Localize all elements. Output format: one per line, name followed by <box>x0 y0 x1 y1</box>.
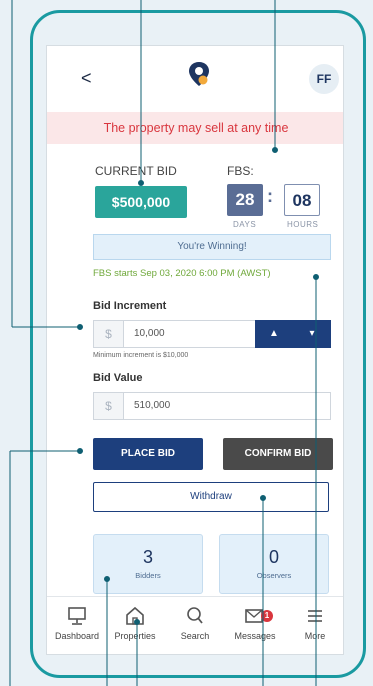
fbs-separator: : <box>267 186 273 206</box>
search-icon <box>187 607 203 624</box>
current-bid-label: CURRENT BID <box>95 164 177 178</box>
observers-count: 0 <box>268 547 279 567</box>
nav-item-dashboard[interactable]: Dashboard <box>47 605 107 641</box>
bid-value-currency: $ <box>94 393 124 419</box>
increment-hint: Minimum increment is $10,000 <box>93 352 189 359</box>
fbs-hours-value: 08 <box>284 184 320 216</box>
bidders-count: 3 <box>142 547 153 567</box>
back-button[interactable]: < <box>81 68 92 89</box>
mail-icon <box>245 609 263 623</box>
sell-warning-banner: The property may sell at any time <box>47 112 343 144</box>
nav-item-search[interactable]: Search <box>165 605 225 641</box>
increment-up-button[interactable]: ▲ <box>255 320 293 348</box>
place-bid-button[interactable]: PLACE BID <box>93 438 203 470</box>
messages-badge: 1 <box>261 610 273 622</box>
nav-label-properties: Properties <box>114 631 156 641</box>
current-bid-value: $500,000 <box>95 186 187 218</box>
monitor-icon <box>68 607 86 625</box>
fbs-hours-label: HOURS <box>287 220 319 229</box>
fbs-label: FBS: <box>227 164 254 178</box>
fbs-days-label: DAYS <box>233 220 257 229</box>
confirm-bid-button[interactable]: CONFIRM BID <box>223 438 333 470</box>
nav-label-dashboard: Dashboard <box>54 631 100 641</box>
bottom-nav: Dashboard Properties Search 1 Messages M… <box>47 596 343 654</box>
bid-value-input[interactable]: $ 510,000 <box>93 392 331 420</box>
bid-increment-value: 10,000 <box>134 328 165 339</box>
bid-value-label: Bid Value <box>93 372 143 384</box>
bid-increment-label: Bid Increment <box>93 300 167 312</box>
bidders-label: Bidders <box>135 571 161 580</box>
stage: < FF The property may sell at any time C… <box>0 0 373 686</box>
fbs-start-text: FBS starts Sep 03, 2020 6:00 PM (AWST) <box>93 268 271 279</box>
top-bar: < FF <box>47 46 343 112</box>
bid-increment-input[interactable]: $ 10,000 <box>93 320 269 348</box>
avatar[interactable]: FF <box>309 64 339 94</box>
nav-item-more[interactable]: More <box>285 605 343 641</box>
menu-icon <box>308 610 322 622</box>
app-screen: < FF The property may sell at any time C… <box>46 45 344 655</box>
increment-down-button[interactable]: ▾ <box>293 320 331 348</box>
fbs-days-value: 28 <box>227 184 263 216</box>
nav-label-more: More <box>304 631 326 641</box>
observers-label: Observers <box>256 571 292 580</box>
nav-label-messages: Messages <box>234 631 276 641</box>
bidders-card[interactable]: 3 Bidders <box>93 534 203 594</box>
observers-card[interactable]: 0 Observers <box>219 534 329 594</box>
winning-status-badge: You're Winning! <box>93 234 331 260</box>
nav-item-messages[interactable]: 1 Messages <box>225 605 285 641</box>
bid-increment-currency: $ <box>94 321 124 347</box>
nav-label-search: Search <box>180 631 210 641</box>
bid-value-value: 510,000 <box>134 400 171 411</box>
logo-icon <box>189 62 209 86</box>
home-icon <box>126 606 144 625</box>
nav-item-properties[interactable]: Properties <box>105 605 165 641</box>
withdraw-button[interactable]: Withdraw <box>93 482 329 512</box>
